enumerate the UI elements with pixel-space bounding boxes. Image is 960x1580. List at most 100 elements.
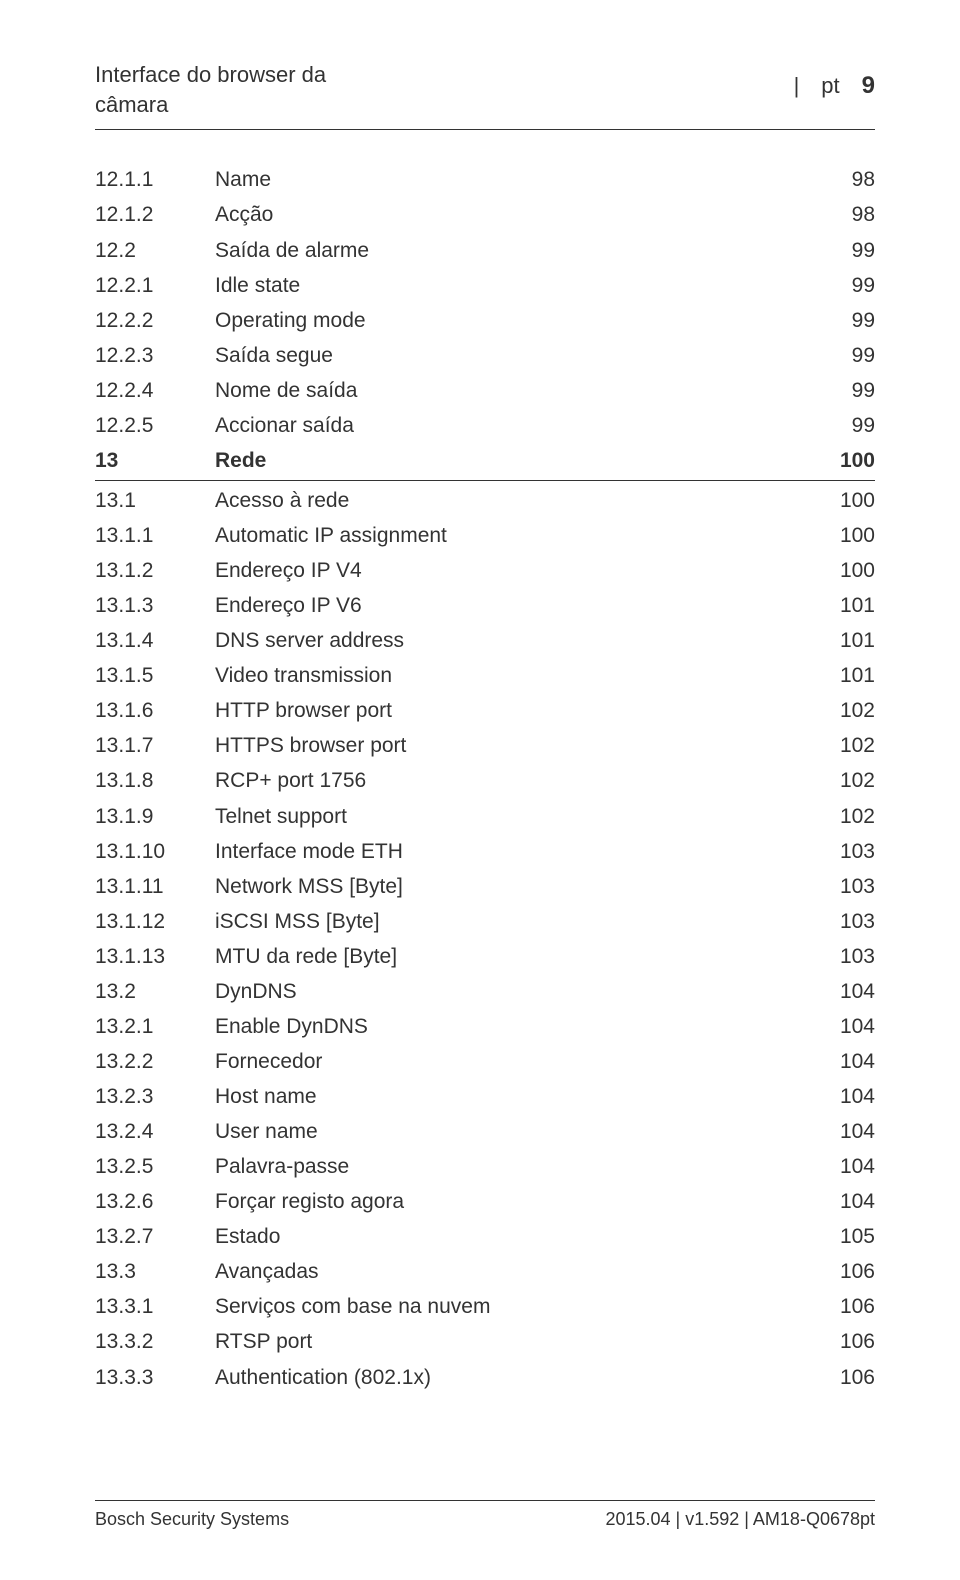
toc-row[interactable]: 13.1.1Automatic IP assignment100 xyxy=(95,518,875,553)
toc-row[interactable]: 12.2.5Accionar saída99 xyxy=(95,408,875,443)
toc-section-number: 13.1.13 xyxy=(95,939,215,974)
toc-section-number: 13.2.4 xyxy=(95,1114,215,1149)
toc-row[interactable]: 12.1.1Name98 xyxy=(95,162,875,197)
title-line-1: Interface do browser da xyxy=(95,62,326,87)
toc-row[interactable]: 13.1.6HTTP browser port102 xyxy=(95,693,875,728)
toc-row[interactable]: 13.1.11Network MSS [Byte]103 xyxy=(95,869,875,904)
toc-section-number: 13.2.5 xyxy=(95,1149,215,1184)
toc-section-title: iSCSI MSS [Byte] xyxy=(215,904,815,939)
toc-section-number: 12.2.3 xyxy=(95,338,215,373)
toc-page-number: 100 xyxy=(815,553,875,588)
toc-section-title: Palavra-passe xyxy=(215,1149,815,1184)
toc-section-title: Interface mode ETH xyxy=(215,834,815,869)
toc-page-number: 102 xyxy=(815,693,875,728)
toc-section-number: 13.3.3 xyxy=(95,1360,215,1395)
toc-page-number: 104 xyxy=(815,974,875,1009)
toc-row[interactable]: 13.3.3Authentication (802.1x)106 xyxy=(95,1360,875,1395)
toc-row[interactable]: 13.2.7Estado105 xyxy=(95,1219,875,1254)
toc-section-number: 12.2.2 xyxy=(95,303,215,338)
toc-row[interactable]: 13.2.1Enable DynDNS104 xyxy=(95,1009,875,1044)
toc-row[interactable]: 13.3Avançadas106 xyxy=(95,1254,875,1289)
toc-page-number: 104 xyxy=(815,1044,875,1079)
toc-section-title: Endereço IP V4 xyxy=(215,553,815,588)
toc-row[interactable]: 13.1.13MTU da rede [Byte]103 xyxy=(95,939,875,974)
toc-row[interactable]: 13.2DynDNS104 xyxy=(95,974,875,1009)
toc-section-title: Avançadas xyxy=(215,1254,815,1289)
toc-row[interactable]: 13.1.7HTTPS browser port102 xyxy=(95,728,875,763)
toc-section-number: 13.1.3 xyxy=(95,588,215,623)
toc-section-title: Name xyxy=(215,162,815,197)
toc-row[interactable]: 12.2.2Operating mode99 xyxy=(95,303,875,338)
toc-section-number: 12.2.5 xyxy=(95,408,215,443)
toc-row[interactable]: 13.2.5Palavra-passe104 xyxy=(95,1149,875,1184)
toc-section-title: Authentication (802.1x) xyxy=(215,1360,815,1395)
toc-section-number: 13.1.8 xyxy=(95,763,215,798)
toc-section-number: 13.1.12 xyxy=(95,904,215,939)
toc-row[interactable]: 13.2.4User name104 xyxy=(95,1114,875,1149)
toc-page-number: 106 xyxy=(815,1289,875,1324)
toc-section-title: HTTPS browser port xyxy=(215,728,815,763)
toc-section-number: 13.3.1 xyxy=(95,1289,215,1324)
toc-row[interactable]: 12.2.3Saída segue99 xyxy=(95,338,875,373)
toc-page-number: 106 xyxy=(815,1324,875,1359)
toc-page-number: 104 xyxy=(815,1079,875,1114)
toc-page-number: 104 xyxy=(815,1009,875,1044)
toc-section-title: Estado xyxy=(215,1219,815,1254)
toc-page-number: 104 xyxy=(815,1114,875,1149)
toc-section-number: 13.2.1 xyxy=(95,1009,215,1044)
page-header: Interface do browser da câmara | pt 9 xyxy=(95,60,875,130)
toc-page-number: 101 xyxy=(815,623,875,658)
toc-row[interactable]: 12.2.4Nome de saída99 xyxy=(95,373,875,408)
toc-section-title: Acesso à rede xyxy=(215,483,815,518)
toc-section-title: DynDNS xyxy=(215,974,815,1009)
toc-section-title: Network MSS [Byte] xyxy=(215,869,815,904)
toc-section-number: 13.3 xyxy=(95,1254,215,1289)
toc-section-title: Automatic IP assignment xyxy=(215,518,815,553)
toc-page-number: 99 xyxy=(815,373,875,408)
toc-section-title: Rede xyxy=(215,443,815,478)
toc-row[interactable]: 13Rede100 xyxy=(95,443,875,481)
toc-row[interactable]: 13.1.10Interface mode ETH103 xyxy=(95,834,875,869)
toc-page-number: 102 xyxy=(815,799,875,834)
toc-section-number: 13.1.5 xyxy=(95,658,215,693)
toc-section-title: Operating mode xyxy=(215,303,815,338)
toc-page-number: 100 xyxy=(815,443,875,478)
toc-row[interactable]: 13.2.2Fornecedor104 xyxy=(95,1044,875,1079)
toc-row[interactable]: 13.1.3Endereço IP V6101 xyxy=(95,588,875,623)
toc-section-title: Idle state xyxy=(215,268,815,303)
toc-row[interactable]: 13.1.12iSCSI MSS [Byte]103 xyxy=(95,904,875,939)
toc-row[interactable]: 13.1.5Video transmission101 xyxy=(95,658,875,693)
toc-row[interactable]: 13.1.9Telnet support102 xyxy=(95,799,875,834)
toc-row[interactable]: 12.1.2Acção98 xyxy=(95,197,875,232)
toc-section-title: Endereço IP V6 xyxy=(215,588,815,623)
toc-section-title: DNS server address xyxy=(215,623,815,658)
toc-section-number: 12.2 xyxy=(95,233,215,268)
toc-section-number: 12.1.1 xyxy=(95,162,215,197)
toc-section-title: Fornecedor xyxy=(215,1044,815,1079)
toc-section-number: 13.1 xyxy=(95,483,215,518)
toc-section-title: Enable DynDNS xyxy=(215,1009,815,1044)
toc-row[interactable]: 13.3.1Serviços com base na nuvem106 xyxy=(95,1289,875,1324)
toc-section-number: 13.3.2 xyxy=(95,1324,215,1359)
toc-row[interactable]: 13.2.6Forçar registo agora104 xyxy=(95,1184,875,1219)
toc-section-number: 13 xyxy=(95,443,215,478)
toc-page-number: 103 xyxy=(815,834,875,869)
toc-section-title: RTSP port xyxy=(215,1324,815,1359)
toc-page-number: 103 xyxy=(815,939,875,974)
toc-row[interactable]: 13.3.2RTSP port106 xyxy=(95,1324,875,1359)
toc-page-number: 98 xyxy=(815,197,875,232)
language-code: pt xyxy=(821,73,839,99)
toc-row[interactable]: 13.2.3Host name104 xyxy=(95,1079,875,1114)
toc-row[interactable]: 13.1.4DNS server address101 xyxy=(95,623,875,658)
toc-section-title: Telnet support xyxy=(215,799,815,834)
toc-row[interactable]: 12.2.1Idle state99 xyxy=(95,268,875,303)
toc-row[interactable]: 12.2Saída de alarme99 xyxy=(95,233,875,268)
toc-row[interactable]: 13.1.8RCP+ port 1756102 xyxy=(95,763,875,798)
toc-page-number: 99 xyxy=(815,408,875,443)
toc-row[interactable]: 13.1Acesso à rede100 xyxy=(95,483,875,518)
toc-page-number: 99 xyxy=(815,268,875,303)
toc-section-title: HTTP browser port xyxy=(215,693,815,728)
toc-section-number: 13.1.1 xyxy=(95,518,215,553)
toc-row[interactable]: 13.1.2Endereço IP V4100 xyxy=(95,553,875,588)
toc-section-number: 12.2.1 xyxy=(95,268,215,303)
